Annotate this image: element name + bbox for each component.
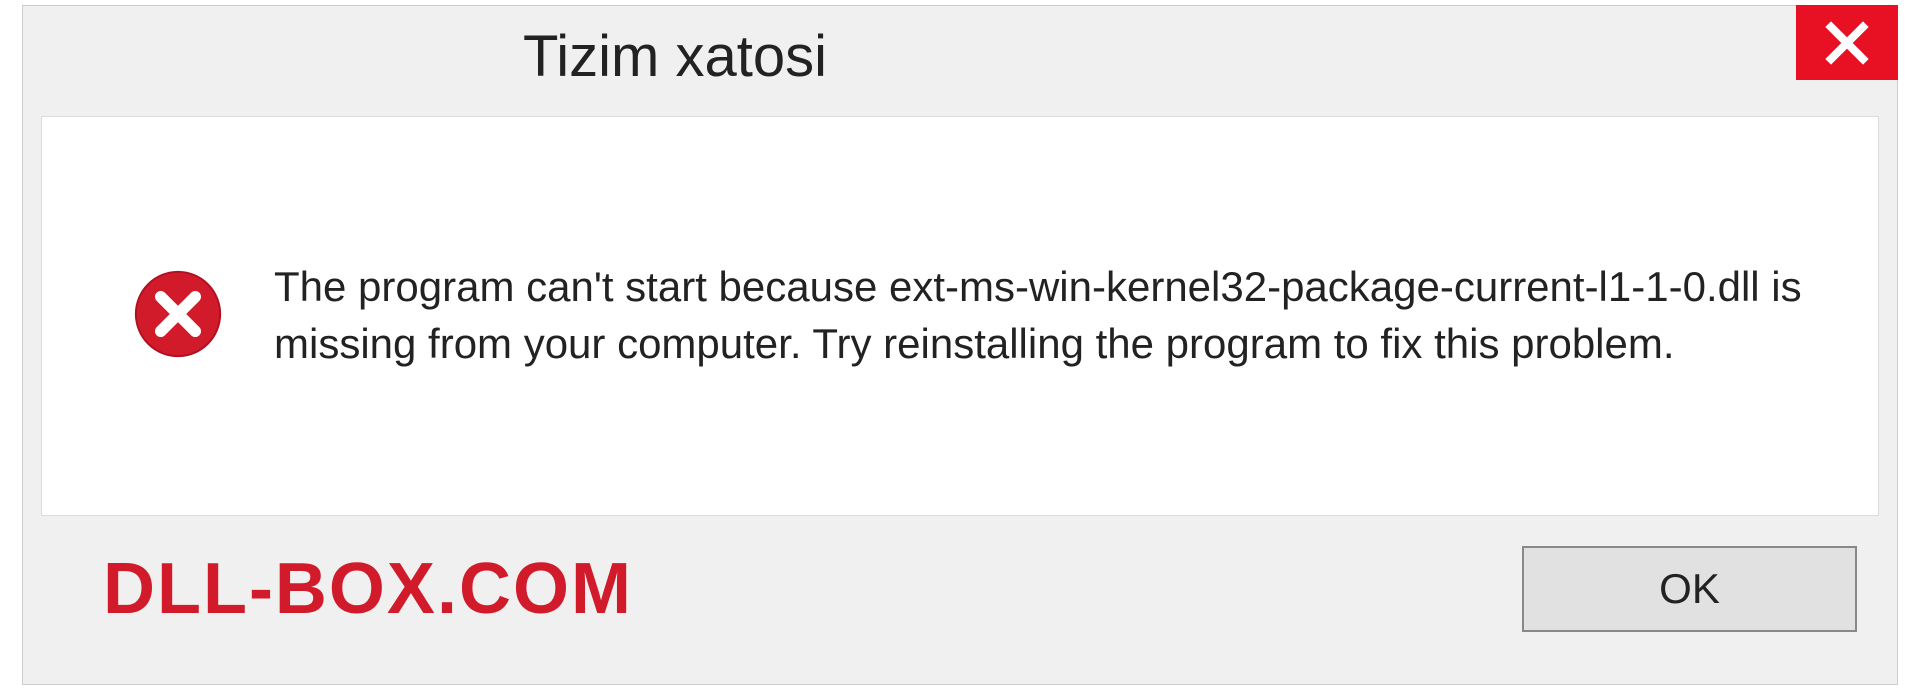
close-button[interactable] xyxy=(1796,5,1898,80)
error-dialog: Tizim xatosi The program can't start bec… xyxy=(22,5,1898,685)
ok-button[interactable]: OK xyxy=(1522,546,1857,632)
titlebar: Tizim xatosi xyxy=(23,6,1897,106)
dialog-title: Tizim xatosi xyxy=(523,23,827,90)
error-message: The program can't start because ext-ms-w… xyxy=(274,259,1818,372)
error-icon xyxy=(132,268,224,365)
close-icon xyxy=(1823,19,1871,67)
dialog-footer: DLL-BOX.COM OK xyxy=(23,516,1897,632)
content-panel: The program can't start because ext-ms-w… xyxy=(41,116,1879,516)
watermark-text: DLL-BOX.COM xyxy=(103,548,633,630)
